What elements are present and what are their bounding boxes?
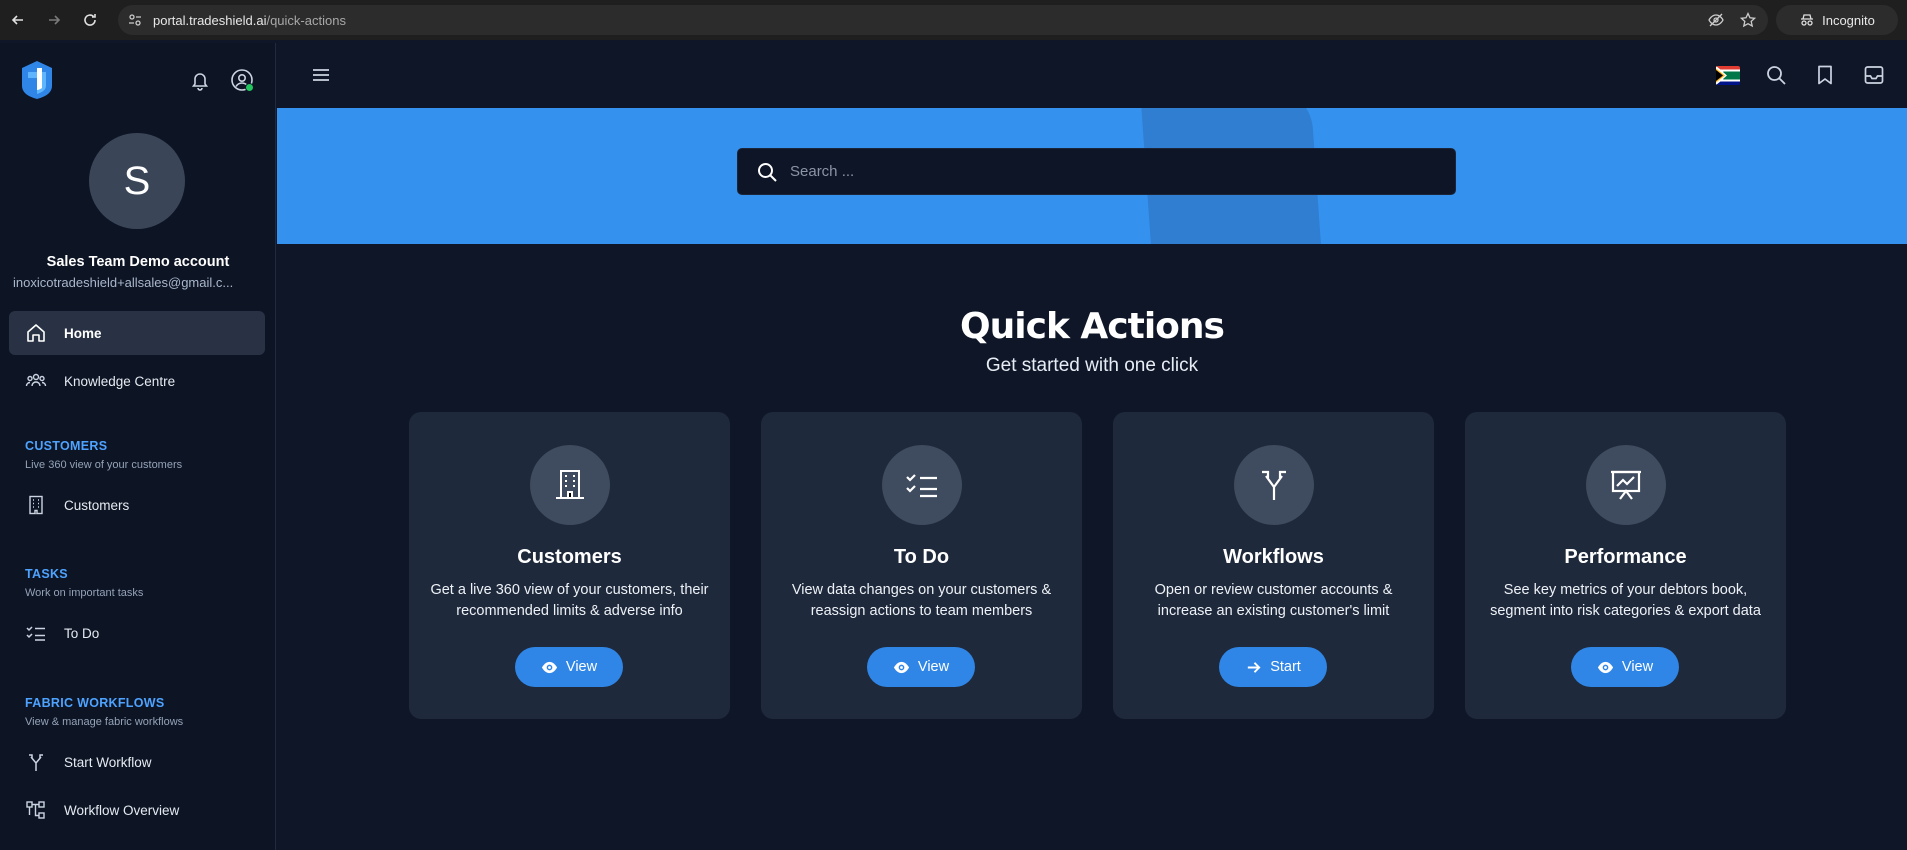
back-button[interactable] <box>6 8 30 32</box>
incognito-label: Incognito <box>1822 12 1875 28</box>
eye-icon <box>541 661 557 673</box>
button-label: View <box>565 659 598 675</box>
tradeshield-logo-icon[interactable] <box>20 60 54 100</box>
sidebar-item-start-workflow[interactable]: Start Workflow <box>9 740 265 784</box>
main-header <box>277 43 1907 108</box>
forward-arrow-icon <box>49 15 61 25</box>
eye-icon <box>1597 661 1613 673</box>
bookmark-star-icon[interactable] <box>1740 12 1756 28</box>
sidebar-item-label: Home <box>64 325 102 341</box>
section-title-fabric-workflows: FABRIC WORKFLOWS <box>25 696 165 710</box>
incognito-indicator[interactable]: Incognito <box>1776 5 1898 35</box>
button-label: View <box>1621 659 1654 675</box>
checklist-icon <box>906 474 937 498</box>
inbox-icon[interactable] <box>1863 64 1885 86</box>
view-customers-button[interactable]: View <box>515 647 623 687</box>
search-icon[interactable] <box>1765 64 1787 86</box>
south-africa-flag-icon[interactable] <box>1716 66 1740 85</box>
section-subtitle-customers: Live 360 view of your customers <box>25 459 183 471</box>
building-icon <box>29 495 43 515</box>
sidebar-item-label: Knowledge Centre <box>64 373 176 389</box>
page-title: Quick Actions <box>960 306 1225 347</box>
bell-icon[interactable] <box>189 69 211 91</box>
split-arrow-icon <box>29 754 43 771</box>
start-workflow-button[interactable]: Start <box>1219 647 1327 687</box>
home-icon <box>27 324 45 342</box>
section-subtitle-tasks: Work on important tasks <box>25 587 144 599</box>
sidebar-item-workflow-overview[interactable]: Workflow Overview <box>9 788 265 832</box>
card-title: Performance <box>1564 546 1687 568</box>
sidebar-item-label: To Do <box>64 625 100 641</box>
search-icon <box>758 163 777 182</box>
card-title: Workflows <box>1223 546 1324 568</box>
card-to-do: To Do View data changes on your customer… <box>761 412 1082 719</box>
card-description: Open or review customer accounts & incre… <box>1154 582 1393 619</box>
search-box[interactable] <box>737 148 1456 195</box>
sidebar-item-label: Workflow Overview <box>64 802 180 818</box>
hierarchy-icon <box>26 801 45 819</box>
card-icon-circle <box>530 445 610 525</box>
sidebar-item-label: Start Workflow <box>64 754 152 770</box>
avatar[interactable]: S <box>89 133 185 229</box>
search-input[interactable] <box>790 149 1440 194</box>
incognito-icon <box>1801 14 1814 26</box>
sidebar-item-label: Customers <box>64 497 130 513</box>
arrow-right-icon <box>1248 661 1261 673</box>
hamburger-menu-icon[interactable] <box>310 64 332 86</box>
presentation-chart-icon <box>1611 470 1641 500</box>
card-icon-circle <box>882 445 962 525</box>
button-label: View <box>917 659 950 675</box>
sidebar-item-home[interactable]: Home <box>9 311 265 355</box>
card-description: See key metrics of your debtors book, se… <box>1490 582 1761 619</box>
card-customers: Customers Get a live 360 view of your cu… <box>409 412 730 719</box>
card-description: Get a live 360 view of your customers, t… <box>430 582 709 619</box>
reload-icon <box>84 14 96 26</box>
sidebar-item-knowledge-centre[interactable]: Knowledge Centre <box>9 359 265 403</box>
address-bar[interactable]: portal.tradeshield.ai/quick-actions <box>118 5 1768 35</box>
bookmark-icon[interactable] <box>1814 64 1836 86</box>
split-arrow-icon <box>1262 470 1286 500</box>
card-workflows: Workflows Open or review customer accoun… <box>1113 412 1434 719</box>
card-description: View data changes on your customers & re… <box>791 582 1052 619</box>
card-performance: Performance See key metrics of your debt… <box>1465 412 1786 719</box>
online-status-dot <box>245 83 254 92</box>
view-to-do-button[interactable]: View <box>867 647 975 687</box>
site-settings-icon[interactable] <box>127 12 143 28</box>
card-title: To Do <box>893 546 950 568</box>
eye-icon <box>893 661 909 673</box>
button-label: Start <box>1270 659 1301 675</box>
section-subtitle-fabric-workflows: View & manage fabric workflows <box>25 716 184 728</box>
card-icon-circle <box>1234 445 1314 525</box>
url-text: portal.tradeshield.ai/quick-actions <box>153 12 346 28</box>
eye-off-icon[interactable] <box>1708 12 1724 28</box>
sidebar-item-customers[interactable]: Customers <box>9 483 265 527</box>
forward-button[interactable] <box>42 8 66 32</box>
card-icon-circle <box>1586 445 1666 525</box>
page-subtitle: Get started with one click <box>985 355 1199 376</box>
checklist-icon <box>26 626 45 641</box>
sidebar: S Sales Team Demo account inoxicotradesh… <box>0 43 276 850</box>
reload-button[interactable] <box>78 8 102 32</box>
back-arrow-icon <box>11 15 23 25</box>
building-icon <box>556 470 584 499</box>
sidebar-item-to-do[interactable]: To Do <box>9 611 265 655</box>
section-title-customers: CUSTOMERS <box>25 439 108 453</box>
people-icon <box>25 373 47 387</box>
card-title: Customers <box>517 546 622 568</box>
account-name: Sales Team Demo account <box>46 254 230 270</box>
account-email: inoxicotradeshield+allsales@gmail.c... <box>13 275 234 290</box>
view-performance-button[interactable]: View <box>1571 647 1679 687</box>
section-title-tasks: TASKS <box>25 567 68 581</box>
